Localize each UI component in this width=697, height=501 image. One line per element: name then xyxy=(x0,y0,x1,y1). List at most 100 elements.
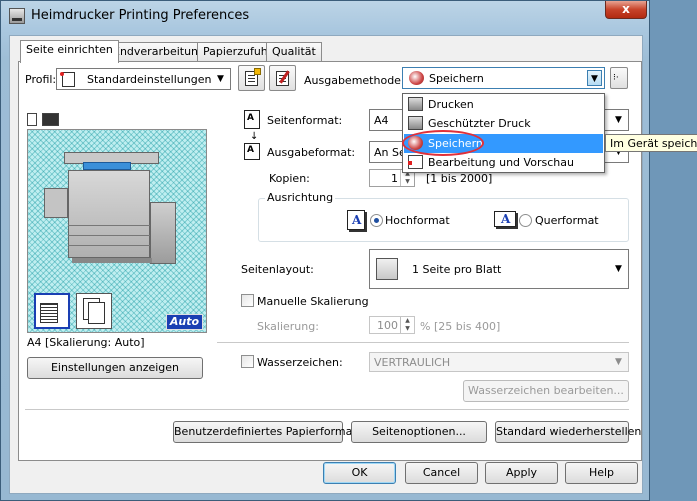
section-divider xyxy=(217,342,629,343)
highlight-ring xyxy=(402,130,484,156)
portrait-radio[interactable] xyxy=(370,214,383,227)
option-drucken[interactable]: Drucken xyxy=(404,95,603,114)
page-format-icon: A xyxy=(244,110,260,129)
page-format-dropdown-end[interactable]: ▼ xyxy=(605,109,629,131)
letter-a-glyph: A xyxy=(247,145,254,155)
output-format-value: An Se xyxy=(374,146,403,159)
manual-scaling-label: Manuelle Skalierung xyxy=(257,295,369,308)
output-method-value: Speichern xyxy=(429,72,484,85)
scaling-value: 100 xyxy=(377,319,398,332)
arrow-down-icon: ↓ xyxy=(250,131,259,142)
bottom-divider xyxy=(25,409,629,410)
tab-endverarbeitung[interactable]: Endverarbeitung xyxy=(107,42,212,62)
printing-preferences-window: Heimdrucker Printing Preferences x Seite… xyxy=(0,0,697,501)
letter-a-glyph: A xyxy=(501,212,511,226)
pages-icon[interactable] xyxy=(76,293,112,329)
save-icon xyxy=(409,71,424,85)
window-title: Heimdrucker Printing Preferences xyxy=(31,8,250,23)
printer-finisher xyxy=(150,202,176,264)
restore-defaults-button[interactable]: Standard wiederherstellen xyxy=(495,421,641,443)
watermark-label: Wasserzeichen: xyxy=(257,356,343,369)
profile-add-button[interactable] xyxy=(238,65,265,91)
show-settings-button[interactable]: Einstellungen anzeigen xyxy=(27,357,203,379)
lock-icon xyxy=(408,116,423,130)
output-method-settings-button[interactable]: ⁝· xyxy=(610,67,628,89)
scaling-label: Skalierung: xyxy=(257,320,319,333)
page-options-button[interactable]: Seitenoptionen... xyxy=(351,421,487,443)
chevron-down-icon: ▼ xyxy=(615,357,622,367)
chevron-down-icon: ▼ xyxy=(615,264,622,274)
stack-icon xyxy=(40,303,58,323)
page-layout-select[interactable]: 1 Seite pro Blatt ▼ xyxy=(369,249,629,289)
profile-select[interactable]: Standardeinstellungen ▼ xyxy=(56,68,231,90)
page-format-value: A4 xyxy=(374,114,389,127)
watermark-checkbox[interactable] xyxy=(241,355,254,368)
option-label: Geschützter Druck xyxy=(428,117,531,130)
letter-a-glyph: A xyxy=(352,213,362,227)
profile-label: Profil: xyxy=(25,73,57,86)
custom-paper-size-button[interactable]: Benutzerdefiniertes Papierformat... xyxy=(173,421,367,443)
manual-scaling-checkbox[interactable] xyxy=(241,294,254,307)
portrait-label: Hochformat xyxy=(385,214,450,227)
page-layout-value: 1 Seite pro Blatt xyxy=(412,263,502,276)
option-bearbeitung-vorschau[interactable]: Bearbeitung und Vorschau xyxy=(404,153,603,172)
copies-value: 1 xyxy=(391,172,398,185)
output-format-label: Ausgabeformat: xyxy=(267,146,356,159)
watermark-select[interactable]: VERTRAULICH ▼ xyxy=(369,352,629,372)
tab-qualitaet[interactable]: Qualität xyxy=(266,42,322,62)
orientation-title: Ausrichtung xyxy=(265,191,336,204)
printer-icon xyxy=(408,97,423,111)
printer-app-icon xyxy=(9,8,25,24)
edit-marker-icon xyxy=(408,161,412,165)
apply-button[interactable]: Apply xyxy=(485,462,558,484)
output-format-select[interactable]: An Se xyxy=(369,141,403,163)
star-icon xyxy=(254,68,261,75)
landscape-label: Querformat xyxy=(535,214,599,227)
close-button[interactable]: x xyxy=(605,1,647,19)
printer-control-panel xyxy=(83,162,131,170)
tab-seite-einrichten[interactable]: Seite einrichten xyxy=(20,40,119,63)
edit-watermark-button[interactable]: Wasserzeichen bearbeiten... xyxy=(463,380,629,402)
page-layout-label: Seitenlayout: xyxy=(241,263,314,276)
profile-edit-button[interactable] xyxy=(269,65,296,91)
print-preview-area: Auto xyxy=(27,129,207,333)
spinner-arrows-icon[interactable]: ▲ ▼ xyxy=(400,317,414,333)
landscape-page-icon: A xyxy=(494,211,516,227)
settings-icon: ⁝· xyxy=(613,73,619,83)
printer-view-icon[interactable] xyxy=(42,113,59,126)
output-format-icon: A xyxy=(244,143,260,160)
preview-status-text: A4 [Skalierung: Auto] xyxy=(27,336,145,349)
letter-a-glyph: A xyxy=(247,113,254,123)
copies-label: Kopien: xyxy=(269,172,310,185)
portrait-page-icon: A xyxy=(347,210,365,230)
ok-button[interactable]: OK xyxy=(323,462,396,484)
printer-base xyxy=(72,258,152,263)
page-front-icon xyxy=(88,302,105,324)
scaling-range: % [25 bis 400] xyxy=(420,320,501,333)
collate-icon[interactable] xyxy=(34,293,70,329)
output-method-label: Ausgabemethode: xyxy=(304,74,405,87)
chevron-down-icon: ▼ xyxy=(587,70,602,86)
page-format-label: Seitenformat: xyxy=(267,114,343,127)
landscape-radio[interactable] xyxy=(519,214,532,227)
printer-body xyxy=(68,170,150,258)
option-label: Drucken xyxy=(428,98,474,111)
copies-range: [1 bis 2000] xyxy=(426,172,493,185)
scaling-spinner[interactable]: 100 ▲ ▼ xyxy=(369,316,415,334)
single-page-view-icon[interactable] xyxy=(27,113,37,126)
profile-value: Standardeinstellungen xyxy=(87,73,212,86)
cancel-button[interactable]: Cancel xyxy=(405,462,478,484)
watermark-value: VERTRAULICH xyxy=(374,356,451,369)
output-method-select[interactable]: Speichern ▼ xyxy=(402,67,605,89)
printer-bypass-tray xyxy=(44,188,68,218)
chevron-down-icon: ▼ xyxy=(217,74,224,84)
help-button[interactable]: Help xyxy=(565,462,638,484)
page-format-select[interactable]: A4 xyxy=(369,109,403,131)
printer-trays xyxy=(68,225,150,226)
auto-badge: Auto xyxy=(166,314,203,330)
output-method-tooltip: Im Gerät speichern xyxy=(605,134,697,152)
title-bar[interactable]: Heimdrucker Printing Preferences x xyxy=(1,1,649,31)
profile-marker-icon xyxy=(60,72,64,76)
page-layout-icon xyxy=(376,258,398,280)
option-label: Bearbeitung und Vorschau xyxy=(428,156,574,169)
